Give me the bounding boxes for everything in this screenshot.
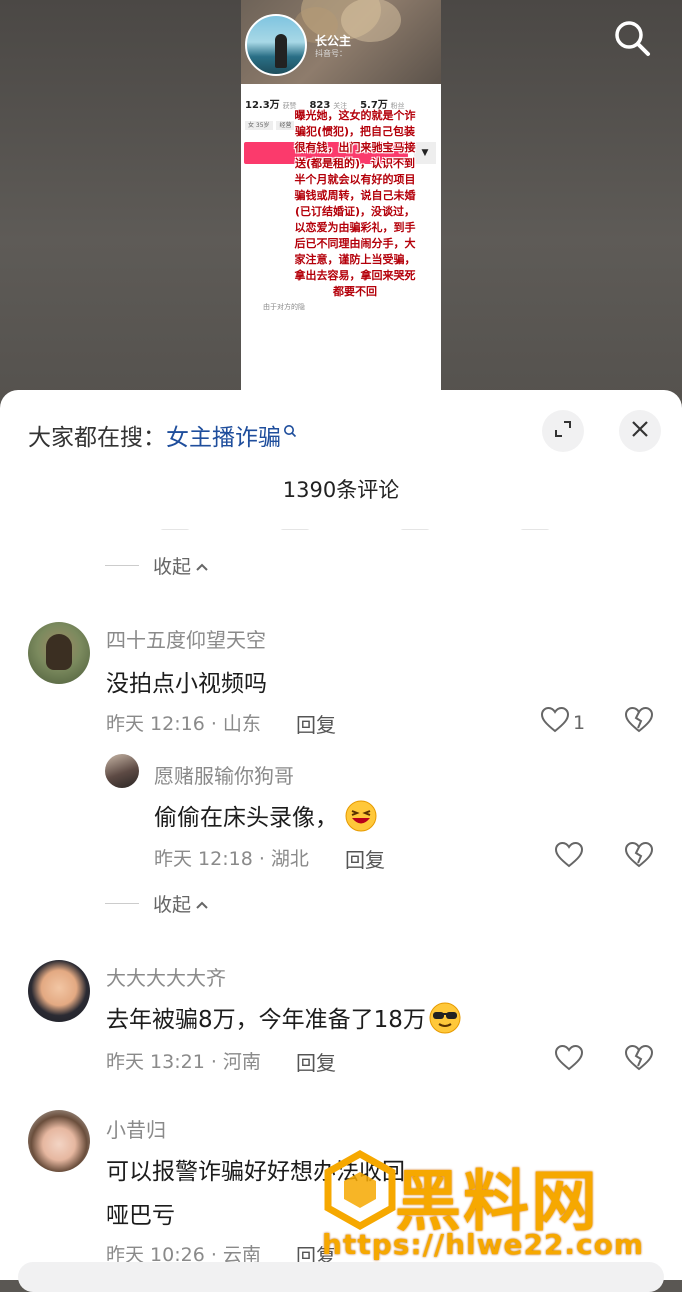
reply-button[interactable]: 回复 bbox=[296, 709, 336, 738]
poster-tag: 经营 bbox=[276, 121, 295, 130]
avatar[interactable] bbox=[105, 754, 139, 788]
expand-button[interactable] bbox=[542, 410, 584, 452]
collapse-label: 收起 bbox=[153, 556, 192, 578]
comment-sheet: 大家都在搜：女主播诈骗 1390条评论 收起 四十五度仰望天空 没拍点小视频吗 … bbox=[0, 390, 682, 1280]
broken-heart-icon bbox=[624, 706, 654, 737]
search-suggestion-prefix: 大家都在搜： bbox=[28, 425, 166, 451]
comment-text: 哑巴亏 bbox=[106, 1203, 175, 1229]
broken-heart-icon bbox=[624, 1044, 654, 1075]
comment-input-bar[interactable] bbox=[18, 1262, 664, 1292]
comment-username[interactable]: 四十五度仰望天空 bbox=[106, 624, 266, 653]
poster-header: 长公主 抖音号： bbox=[241, 0, 441, 84]
expand-icon bbox=[553, 419, 573, 443]
video-overlay-text: 曝光她，这女的就是个诈骗犯(惯犯)，把自己包装很有钱，出门来驰宝马接送(都是租的… bbox=[294, 109, 416, 298]
sunglasses-emoji-icon bbox=[428, 1001, 462, 1041]
dropdown-arrow-icon: ▼ bbox=[414, 142, 436, 164]
avatar[interactable] bbox=[28, 622, 90, 684]
collapse-label: 收起 bbox=[153, 894, 192, 916]
like-button[interactable] bbox=[554, 1044, 584, 1076]
dislike-button[interactable] bbox=[624, 841, 654, 872]
watermark-url: https://hlwe22.com bbox=[322, 1228, 645, 1261]
broken-heart-icon bbox=[624, 841, 654, 872]
comment-text: 没拍点小视频吗 bbox=[106, 671, 267, 697]
search-icon bbox=[283, 418, 297, 444]
comment-count: 1390条评论 bbox=[282, 478, 400, 502]
collapse-replies-button[interactable]: 收起 bbox=[105, 890, 209, 917]
stat-likes-value: 12.3万 bbox=[245, 100, 280, 111]
reply-text-content: 偷偷在床头录像， bbox=[154, 805, 338, 831]
comment-username[interactable]: 大大大大大齐 bbox=[106, 962, 226, 991]
reply-time-location: 昨天 12:18 · 湖北 bbox=[154, 848, 309, 870]
dislike-button[interactable] bbox=[624, 706, 654, 737]
reply-button[interactable]: 回复 bbox=[296, 1047, 336, 1076]
comment-time-location: 昨天 12:16 · 山东 bbox=[106, 713, 261, 735]
reply-button[interactable]: 回复 bbox=[345, 844, 385, 873]
like-button[interactable] bbox=[554, 841, 584, 873]
search-suggestion-keyword[interactable]: 女主播诈骗 bbox=[166, 425, 281, 451]
divider bbox=[105, 903, 139, 904]
comment-time-location: 昨天 13:21 · 河南 bbox=[106, 1051, 261, 1073]
poster-tag: 女 35岁 bbox=[245, 121, 273, 130]
poster-subtitle: 抖音号： bbox=[315, 49, 347, 58]
like-button[interactable]: 1 bbox=[540, 706, 586, 738]
poster-tags: 女 35岁 经营 bbox=[245, 120, 296, 130]
comment-text-content: 去年被骗8万，今年准备了18万 bbox=[106, 1007, 426, 1033]
close-button[interactable] bbox=[619, 410, 661, 452]
chevron-up-icon bbox=[195, 555, 209, 577]
comment-text: 去年被骗8万，今年准备了18万 bbox=[106, 1000, 462, 1041]
heart-icon bbox=[554, 841, 584, 873]
heart-icon bbox=[554, 1044, 584, 1076]
reply-username[interactable]: 愿赌服输你狗哥 bbox=[154, 760, 294, 789]
comment-username[interactable]: 小昔归 bbox=[106, 1114, 166, 1143]
avatar[interactable] bbox=[28, 960, 90, 1022]
poster-avatar bbox=[245, 14, 307, 76]
like-count: 1 bbox=[573, 711, 586, 734]
divider bbox=[105, 565, 139, 566]
close-icon bbox=[630, 419, 650, 443]
poster-note: 由于对方的隐 bbox=[263, 303, 305, 311]
heart-icon bbox=[540, 706, 570, 738]
reply-text: 偷偷在床头录像， bbox=[154, 798, 378, 839]
collapse-replies-button[interactable]: 收起 bbox=[105, 552, 209, 579]
search-icon[interactable] bbox=[612, 18, 652, 58]
dislike-button[interactable] bbox=[624, 1044, 654, 1075]
chevron-up-icon bbox=[195, 893, 209, 915]
avatar[interactable] bbox=[28, 1110, 90, 1172]
video-poster: 长公主 抖音号： 12.3万 获赞 823 关注 5.7万 粉丝 女 35岁 经… bbox=[241, 0, 441, 392]
search-suggestion[interactable]: 大家都在搜：女主播诈骗 bbox=[28, 418, 297, 452]
faded-content bbox=[160, 520, 680, 530]
laughing-emoji-icon bbox=[344, 799, 378, 839]
poster-name: 长公主 bbox=[315, 34, 352, 48]
